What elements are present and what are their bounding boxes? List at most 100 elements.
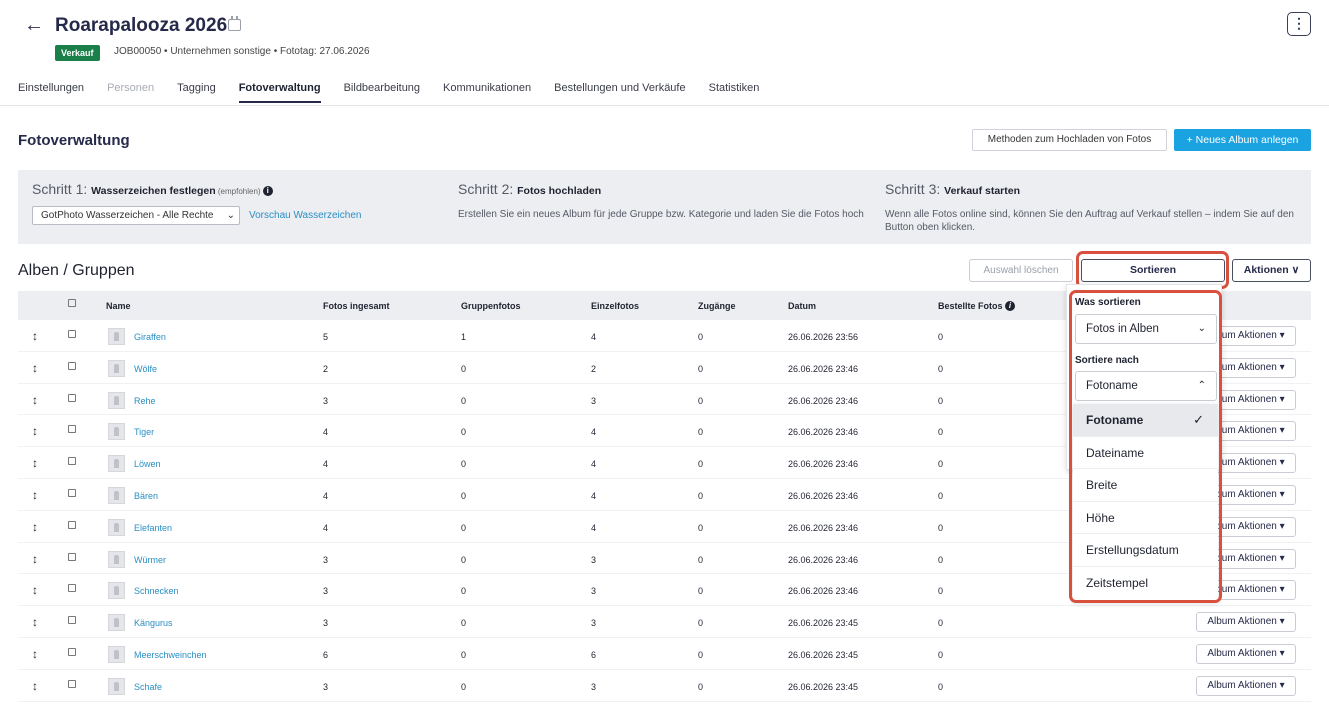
step-2-text: Erstellen Sie ein neues Album für jede G…: [458, 209, 864, 220]
cell-access: 0: [698, 522, 704, 533]
row-checkbox[interactable]: [68, 330, 76, 340]
tab-bestellungen[interactable]: Bestellungen und Verkäufe: [554, 82, 686, 103]
column-ordered-label: Bestellte Fotos: [938, 301, 1003, 311]
column-single[interactable]: Einzelfotos: [591, 301, 639, 311]
album-name-link[interactable]: Schafe: [134, 682, 162, 692]
drag-handle-icon[interactable]: ↕: [32, 424, 38, 438]
cell-access: 0: [698, 363, 704, 374]
actions-button[interactable]: Aktionen ∨: [1232, 259, 1311, 282]
step-1-note: (empfohlen): [215, 187, 263, 196]
album-name-link[interactable]: Kängurus: [134, 618, 173, 628]
drag-handle-icon[interactable]: ↕: [32, 393, 38, 407]
drag-handle-icon[interactable]: ↕: [32, 583, 38, 597]
sort-option-erstellungsdatum[interactable]: Erstellungsdatum: [1073, 534, 1218, 567]
album-thumbnail: [108, 677, 125, 695]
album-name-link[interactable]: Schnecken: [134, 586, 179, 596]
tab-bildbearbeitung[interactable]: Bildbearbeitung: [344, 82, 420, 103]
cell-ordered: 0: [938, 490, 944, 501]
sort-option-fotoname[interactable]: Fotoname ✓: [1073, 404, 1218, 437]
cell-access: 0: [698, 332, 704, 342]
row-checkbox[interactable]: [68, 488, 76, 499]
column-group[interactable]: Gruppenfotos: [461, 301, 521, 311]
section-title: Fotoverwaltung: [18, 132, 130, 149]
drag-handle-icon[interactable]: ↕: [32, 647, 38, 661]
new-album-button[interactable]: + Neues Album anlegen: [1174, 129, 1311, 151]
album-name-link[interactable]: Wölfe: [134, 364, 157, 374]
column-total[interactable]: Fotos ingesamt: [323, 301, 390, 311]
clear-selection-button[interactable]: Auswahl löschen: [969, 259, 1073, 282]
table-row: ↕ Schafe 3 0 3 0 26.06.2026 23:45 0 Album Aktion…: [18, 670, 1311, 702]
step-2-prefix: Schritt 2:: [458, 181, 518, 197]
album-actions-button[interactable]: Album Aktionen ▾: [1196, 675, 1296, 696]
sort-option-dateiname[interactable]: Dateiname: [1073, 437, 1218, 470]
column-date[interactable]: Datum: [788, 301, 816, 311]
row-checkbox[interactable]: [68, 616, 76, 626]
drag-handle-icon[interactable]: ↕: [32, 361, 38, 375]
cell-access: 0: [698, 586, 704, 597]
drag-handle-icon[interactable]: ↕: [32, 552, 38, 566]
column-name[interactable]: Name: [106, 301, 131, 311]
cell-group: 0: [461, 618, 467, 629]
steps-panel: Schritt 1: Wasserzeichen festlegen (empf…: [18, 170, 1311, 244]
info-icon[interactable]: i: [1005, 301, 1016, 311]
album-name-link[interactable]: Würmer: [134, 555, 166, 565]
table-row: ↕ Kängurus 3 0 3 0 26.06.2026 23:45 0 Album Akti…: [18, 606, 1311, 638]
cell-date: 26.06.2026 23:46: [788, 395, 859, 406]
row-checkbox[interactable]: [68, 393, 76, 404]
sort-by-select[interactable]: Fotoname ⌃: [1075, 371, 1217, 401]
sort-button[interactable]: Sortieren: [1081, 259, 1225, 282]
watermark-select[interactable]: GotPhoto Wasserzeichen - Alle Rechte ⌄: [32, 206, 240, 225]
album-name-link[interactable]: Löwen: [134, 459, 161, 469]
select-all-checkbox[interactable]: [68, 299, 76, 309]
column-access[interactable]: Zugänge: [698, 301, 736, 311]
tab-einstellungen[interactable]: Einstellungen: [18, 82, 84, 103]
album-name-link[interactable]: Giraffen: [134, 332, 166, 342]
album-name-link[interactable]: Tiger: [134, 427, 154, 437]
arrow-left-icon[interactable]: ←: [24, 14, 44, 37]
cell-ordered: 0: [938, 586, 944, 597]
more-options-button[interactable]: ⋮: [1287, 12, 1311, 36]
tab-tagging[interactable]: Tagging: [177, 82, 216, 103]
album-name-link[interactable]: Elefanten: [134, 523, 172, 533]
album-name-link[interactable]: Rehe: [134, 396, 156, 406]
cell-ordered: 0: [938, 332, 944, 342]
row-checkbox[interactable]: [68, 457, 76, 467]
drag-handle-icon[interactable]: ↕: [32, 488, 38, 502]
step-2-title: Fotos hochladen: [517, 185, 602, 197]
album-name-link[interactable]: Meerschweinchen: [134, 650, 207, 660]
album-actions-button[interactable]: Album Aktionen ▾: [1196, 612, 1296, 633]
info-icon[interactable]: i: [262, 186, 273, 196]
sort-option-hoehe[interactable]: Höhe: [1073, 502, 1218, 535]
drag-handle-icon[interactable]: ↕: [32, 456, 38, 470]
cell-group: 0: [461, 586, 467, 597]
cell-single: 3: [591, 395, 597, 406]
tab-kommunikationen[interactable]: Kommunikationen: [443, 82, 531, 103]
row-checkbox[interactable]: [68, 520, 76, 531]
cell-group: 0: [461, 649, 467, 660]
tab-fotoverwaltung[interactable]: Fotoverwaltung: [238, 82, 321, 103]
album-thumbnail: [108, 328, 125, 345]
sort-what-select[interactable]: Fotos in Alben ⌄: [1075, 314, 1217, 344]
drag-handle-icon[interactable]: ↕: [32, 615, 38, 629]
cell-group: 0: [461, 459, 467, 470]
drag-handle-icon[interactable]: ↕: [32, 329, 38, 343]
cell-date: 26.06.2026 23:45: [788, 649, 859, 660]
cell-single: 3: [591, 586, 597, 597]
column-ordered: Bestellte Fotos i: [938, 301, 1016, 311]
row-checkbox[interactable]: [68, 647, 76, 658]
row-checkbox[interactable]: [68, 584, 76, 594]
sort-option-zeitstempel[interactable]: Zeitstempel: [1073, 567, 1218, 600]
watermark-preview-link[interactable]: Vorschau Wasserzeichen: [249, 210, 361, 221]
album-actions-button[interactable]: Album Aktionen ▾: [1196, 643, 1296, 664]
drag-handle-icon[interactable]: ↕: [32, 520, 38, 534]
row-checkbox[interactable]: [68, 361, 76, 372]
row-checkbox[interactable]: [68, 552, 76, 563]
row-checkbox[interactable]: [68, 425, 76, 435]
sort-option-breite[interactable]: Breite: [1073, 469, 1218, 502]
row-checkbox[interactable]: [68, 679, 76, 690]
tab-statistiken[interactable]: Statistiken: [709, 82, 760, 103]
drag-handle-icon[interactable]: ↕: [32, 679, 38, 693]
album-name-link[interactable]: Bären: [134, 491, 158, 501]
upload-methods-button[interactable]: Methoden zum Hochladen von Fotos: [972, 129, 1167, 151]
chevron-down-icon: ⌄: [1197, 323, 1206, 334]
